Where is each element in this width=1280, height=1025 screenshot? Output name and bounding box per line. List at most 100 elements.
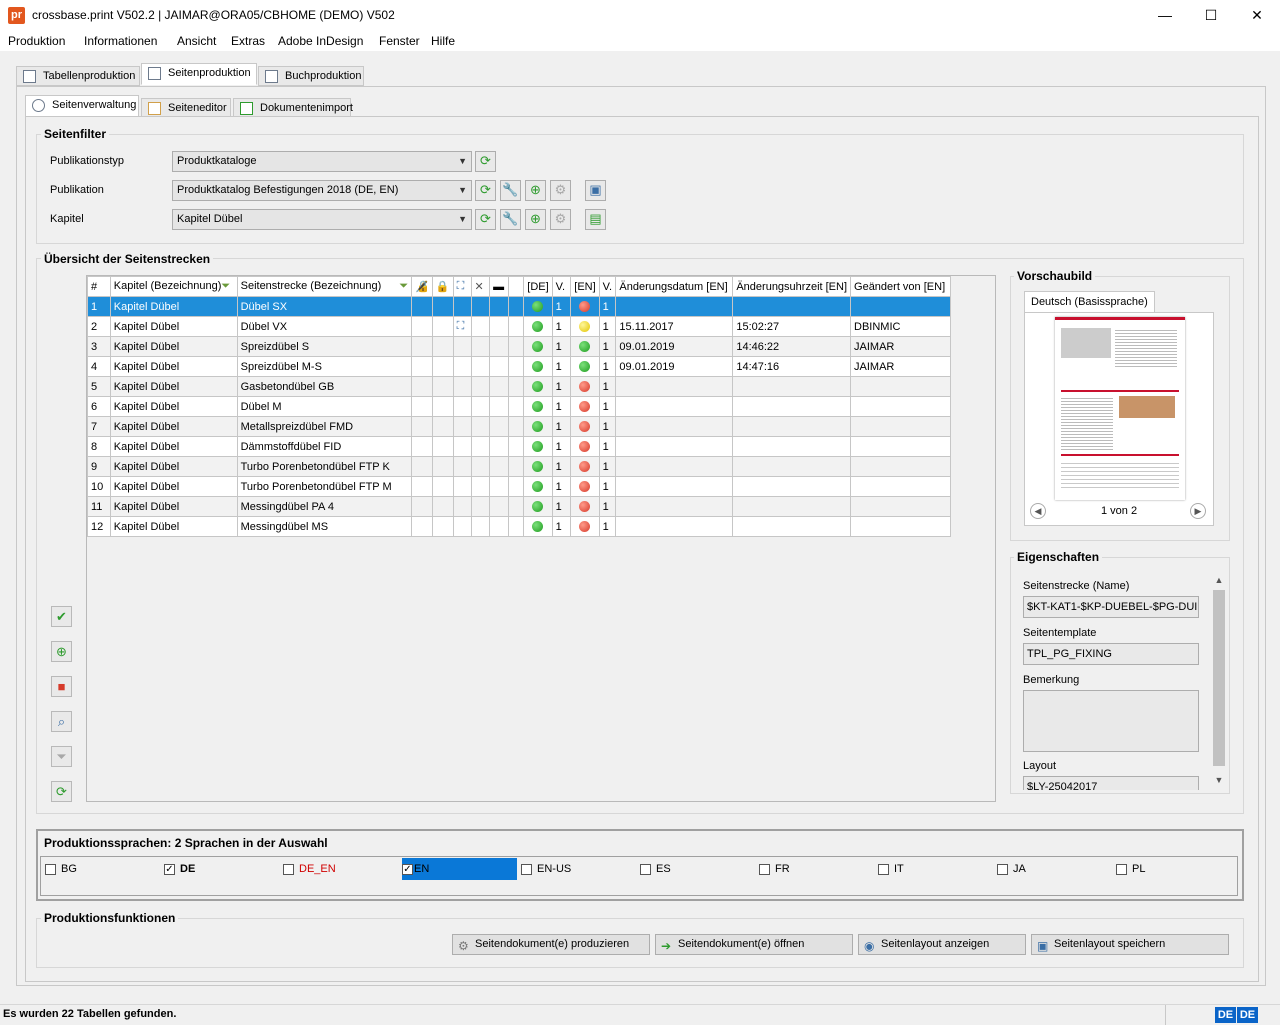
flag-cell[interactable] (489, 416, 510, 437)
kapitel-cell[interactable]: Kapitel Dübel (109, 436, 238, 457)
flag-cell[interactable] (431, 456, 454, 477)
version-en-cell[interactable]: 1 (598, 476, 617, 497)
row-number[interactable]: 12 (87, 516, 111, 537)
menu-extras[interactable]: Extras (231, 34, 265, 48)
flag-cell[interactable] (489, 356, 510, 377)
table-row[interactable]: 12 Kapitel Dübel Messingdübel MS 1 1 (87, 516, 951, 537)
seitenstrecke-cell[interactable]: Messingdübel MS (236, 516, 413, 537)
column-header[interactable]: [EN] (570, 276, 600, 297)
seitenstrecke-cell[interactable]: Messingdübel PA 4 (236, 496, 413, 517)
status-en-cell[interactable] (570, 416, 600, 437)
version-de-cell[interactable]: 1 (551, 516, 572, 537)
table-row[interactable]: 2 Kapitel Dübel Dübel VX ⛶ 1 1 15.11.2017 15:02… (87, 316, 951, 337)
flag-cell[interactable] (508, 356, 525, 377)
version-de-cell[interactable]: 1 (551, 436, 572, 457)
publikation-select[interactable]: Produktkatalog Befestigungen 2018 (DE, E… (172, 180, 472, 201)
flag-cell[interactable] (470, 376, 491, 397)
version-de-cell[interactable]: 1 (551, 296, 572, 317)
status-en-cell[interactable] (570, 496, 600, 517)
flag-cell[interactable] (411, 436, 433, 457)
kapitel-select[interactable]: Kapitel Dübel ▼ (172, 209, 472, 230)
language-checkbox[interactable] (640, 864, 651, 875)
flag-cell[interactable] (489, 396, 510, 417)
version-de-cell[interactable]: 1 (551, 416, 572, 437)
flag-cell[interactable] (411, 456, 433, 477)
status-en-cell[interactable] (570, 376, 600, 397)
geaendert-von-cell[interactable] (850, 416, 951, 437)
menu-adobe-indesign[interactable]: Adobe InDesign (278, 34, 363, 48)
show-layout-button[interactable]: ◉ Seitenlayout anzeigen (858, 934, 1026, 955)
geaendert-von-cell[interactable] (850, 496, 951, 517)
refresh-publikationstyp-button[interactable]: ⟳ (475, 151, 496, 172)
layout-field[interactable]: $LY-25042017 (1023, 776, 1199, 790)
status-en-cell[interactable] (570, 336, 600, 357)
language-checkbox[interactable] (45, 864, 56, 875)
zeit-cell[interactable] (732, 516, 852, 537)
flag-cell[interactable] (411, 396, 433, 417)
row-number[interactable]: 9 (87, 456, 111, 477)
row-number[interactable]: 8 (87, 436, 111, 457)
tab-seitenverwaltung[interactable]: Seitenverwaltung (25, 95, 139, 117)
language-option-es[interactable]: ES (640, 858, 755, 880)
column-header[interactable]: V. (551, 276, 572, 297)
flag-cell[interactable] (470, 516, 491, 537)
flag-cell[interactable] (470, 496, 491, 517)
flag-cell[interactable] (489, 436, 510, 457)
zeit-cell[interactable] (732, 376, 852, 397)
table-row[interactable]: 3 Kapitel Dübel Spreizdübel S 1 1 09.01.2019 1… (87, 336, 951, 357)
flag-cell[interactable] (489, 376, 510, 397)
scroll-down-icon[interactable]: ▼ (1211, 772, 1227, 788)
table-row[interactable]: 7 Kapitel Dübel Metallspreizdübel FMD 1 1 (87, 416, 951, 437)
menu-informationen[interactable]: Informationen (84, 34, 157, 48)
status-de-cell[interactable] (523, 436, 553, 457)
datum-cell[interactable]: 15.11.2017 (615, 316, 734, 337)
settings-kapitel-button[interactable]: ⚙ (550, 209, 571, 230)
datum-cell[interactable] (615, 476, 734, 497)
flag-cell[interactable] (431, 316, 454, 337)
zeit-cell[interactable]: 14:47:16 (732, 356, 852, 377)
geaendert-von-cell[interactable] (850, 296, 951, 317)
status-en-cell[interactable] (570, 356, 600, 377)
edit-kapitel-button[interactable]: 🔧 (500, 209, 521, 230)
language-checkbox[interactable] (283, 864, 294, 875)
kapitel-cell[interactable]: Kapitel Dübel (109, 356, 238, 377)
language-checkbox[interactable]: ✓ (402, 864, 413, 875)
kapitel-cell[interactable]: Kapitel Dübel (109, 296, 238, 317)
language-option-bg[interactable]: BG (45, 858, 160, 880)
flag-cell[interactable] (470, 396, 491, 417)
datum-cell[interactable] (615, 516, 734, 537)
table-row[interactable]: 9 Kapitel Dübel Turbo Porenbetondübel FTP … (87, 456, 951, 477)
geaendert-von-cell[interactable] (850, 396, 951, 417)
flag-cell[interactable] (489, 296, 510, 317)
version-en-cell[interactable]: 1 (598, 516, 617, 537)
kapitel-cell[interactable]: Kapitel Dübel (109, 336, 238, 357)
language-checkbox[interactable]: ✓ (164, 864, 175, 875)
status-de-cell[interactable] (523, 316, 553, 337)
language-checkbox[interactable] (521, 864, 532, 875)
geaendert-von-cell[interactable] (850, 476, 951, 497)
datum-cell[interactable] (615, 376, 734, 397)
kapitel-cell[interactable]: Kapitel Dübel (109, 456, 238, 477)
flag-cell[interactable] (452, 496, 472, 517)
column-header[interactable]: V. (598, 276, 617, 297)
language-option-de_en[interactable]: DE_EN (283, 858, 398, 880)
filter-button[interactable]: ⏷ (51, 746, 72, 767)
status-de-cell[interactable] (523, 416, 553, 437)
flag-cell[interactable] (470, 476, 491, 497)
publikationstyp-select[interactable]: Produktkataloge ▼ (172, 151, 472, 172)
kapitel-cell[interactable]: Kapitel Dübel (109, 416, 238, 437)
flag-cell[interactable] (452, 516, 472, 537)
column-header[interactable]: Geändert von [EN] (850, 276, 951, 297)
flag-cell[interactable] (470, 456, 491, 477)
seitenstrecke-cell[interactable]: Spreizdübel M-S (236, 356, 413, 377)
publikation-extra-button[interactable]: ▣ (585, 180, 606, 201)
flag-cell[interactable] (489, 316, 510, 337)
status-de-cell[interactable] (523, 336, 553, 357)
add-publikation-button[interactable]: ⊕ (525, 180, 546, 201)
flag-cell[interactable] (431, 516, 454, 537)
table-row[interactable]: 1 Kapitel Dübel Dübel SX 1 1 (87, 296, 951, 317)
zeit-cell[interactable] (732, 456, 852, 477)
header-icon-cell[interactable]: 🔏 (411, 276, 433, 297)
datum-cell[interactable]: 09.01.2019 (615, 336, 734, 357)
version-en-cell[interactable]: 1 (598, 416, 617, 437)
